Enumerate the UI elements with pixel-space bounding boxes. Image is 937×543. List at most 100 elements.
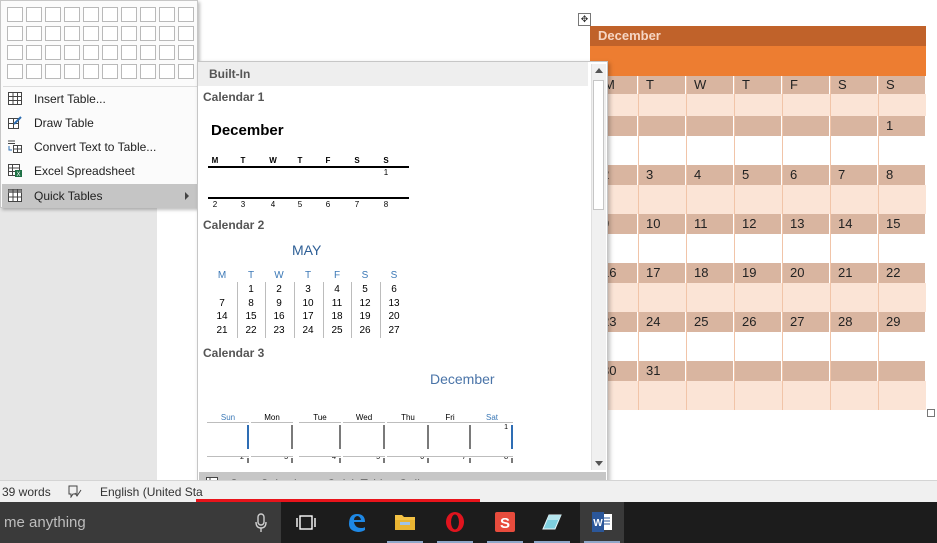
grid-cell[interactable] bbox=[83, 26, 99, 41]
day-cell[interactable]: 25 bbox=[686, 312, 734, 332]
day-cell[interactable]: 7 bbox=[830, 165, 878, 185]
grid-cell[interactable] bbox=[45, 26, 61, 41]
grid-cell[interactable] bbox=[7, 45, 23, 60]
day-cell[interactable]: 19 bbox=[734, 263, 782, 283]
day-cell[interactable] bbox=[830, 361, 878, 381]
gallery-scrollbar[interactable] bbox=[591, 64, 606, 470]
day-cell[interactable]: 22 bbox=[878, 263, 926, 283]
day-cell[interactable]: 11 bbox=[686, 214, 734, 234]
scroll-down-button[interactable] bbox=[592, 456, 606, 470]
day-cell[interactable]: 26 bbox=[734, 312, 782, 332]
day-cell[interactable]: 13 bbox=[782, 214, 830, 234]
table-resize-handle[interactable] bbox=[927, 409, 935, 417]
day-cell[interactable]: 6 bbox=[782, 165, 830, 185]
day-cell[interactable] bbox=[830, 116, 878, 136]
day-cell[interactable]: 27 bbox=[782, 312, 830, 332]
grid-cell[interactable] bbox=[178, 7, 194, 22]
grid-cell[interactable] bbox=[121, 7, 137, 22]
grid-cell[interactable] bbox=[140, 26, 156, 41]
grid-cell[interactable] bbox=[140, 64, 156, 79]
word-count[interactable]: 39 words bbox=[2, 485, 51, 499]
grid-cell[interactable] bbox=[26, 64, 42, 79]
opera-button[interactable] bbox=[433, 502, 477, 543]
grid-cell[interactable] bbox=[159, 64, 175, 79]
grid-cell[interactable] bbox=[178, 26, 194, 41]
grid-cell[interactable] bbox=[7, 26, 23, 41]
grid-cell[interactable] bbox=[102, 26, 118, 41]
quick-tables-item[interactable]: Quick Tables bbox=[2, 184, 197, 208]
calendar-1-preview[interactable]: December M T W T F S S 1 2 3 4 5 6 7 8 bbox=[198, 62, 588, 212]
day-cell[interactable]: 5 bbox=[734, 165, 782, 185]
grid-cell[interactable] bbox=[26, 26, 42, 41]
grid-cell[interactable] bbox=[7, 64, 23, 79]
wps-button[interactable]: S bbox=[483, 502, 527, 543]
day-cell[interactable]: 12 bbox=[734, 214, 782, 234]
grid-cell[interactable] bbox=[64, 64, 80, 79]
day-cell[interactable]: 21 bbox=[830, 263, 878, 283]
taskbar-search-box[interactable]: me anything bbox=[0, 502, 281, 543]
grid-cell[interactable] bbox=[159, 7, 175, 22]
grid-cell[interactable] bbox=[83, 45, 99, 60]
insert-table-item[interactable]: Insert Table... bbox=[2, 87, 197, 111]
table-move-handle-icon[interactable]: ✥ bbox=[578, 13, 591, 26]
grid-cell[interactable] bbox=[26, 7, 42, 22]
day-cell[interactable] bbox=[878, 361, 926, 381]
day-cell[interactable]: 24 bbox=[638, 312, 686, 332]
day-cell[interactable]: 18 bbox=[686, 263, 734, 283]
grid-cell[interactable] bbox=[121, 45, 137, 60]
grid-cell[interactable] bbox=[140, 7, 156, 22]
word-button[interactable]: W bbox=[580, 502, 624, 543]
day-cell[interactable]: 15 bbox=[878, 214, 926, 234]
day-cell[interactable] bbox=[734, 361, 782, 381]
grid-cell[interactable] bbox=[140, 45, 156, 60]
day-cell[interactable]: 28 bbox=[830, 312, 878, 332]
grid-cell[interactable] bbox=[102, 64, 118, 79]
day-cell[interactable]: 29 bbox=[878, 312, 926, 332]
grid-cell[interactable] bbox=[102, 7, 118, 22]
file-explorer-button[interactable] bbox=[383, 502, 427, 543]
convert-text-item[interactable]: Convert Text to Table... bbox=[2, 135, 197, 159]
day-cell[interactable]: 1 bbox=[878, 116, 926, 136]
day-cell[interactable]: 4 bbox=[686, 165, 734, 185]
grid-cell[interactable] bbox=[159, 45, 175, 60]
grid-cell[interactable] bbox=[45, 64, 61, 79]
day-cell[interactable]: 31 bbox=[638, 361, 686, 381]
grid-cell[interactable] bbox=[159, 26, 175, 41]
day-cell[interactable] bbox=[782, 116, 830, 136]
grid-cell[interactable] bbox=[83, 7, 99, 22]
proofing-icon[interactable] bbox=[68, 485, 82, 498]
grid-cell[interactable] bbox=[45, 45, 61, 60]
grid-cell[interactable] bbox=[102, 45, 118, 60]
grid-cell[interactable] bbox=[83, 64, 99, 79]
microphone-icon[interactable] bbox=[254, 513, 268, 533]
excel-spreadsheet-item[interactable]: X Excel Spreadsheet bbox=[2, 159, 197, 183]
draw-table-item[interactable]: Draw Table bbox=[2, 111, 197, 135]
task-view-button[interactable] bbox=[284, 502, 328, 543]
language-indicator[interactable]: English (United Sta bbox=[100, 485, 203, 499]
day-cell[interactable] bbox=[782, 361, 830, 381]
day-cell[interactable] bbox=[638, 116, 686, 136]
grid-cell[interactable] bbox=[64, 26, 80, 41]
scroll-up-button[interactable] bbox=[592, 64, 606, 78]
grid-cell[interactable] bbox=[64, 45, 80, 60]
grid-cell[interactable] bbox=[26, 45, 42, 60]
grid-cell[interactable] bbox=[45, 7, 61, 22]
grid-cell[interactable] bbox=[121, 64, 137, 79]
grid-cell[interactable] bbox=[178, 45, 194, 60]
day-cell[interactable]: 10 bbox=[638, 214, 686, 234]
scroll-thumb[interactable] bbox=[593, 80, 604, 210]
day-cell[interactable] bbox=[734, 116, 782, 136]
day-cell[interactable]: 3 bbox=[638, 165, 686, 185]
grid-cell[interactable] bbox=[7, 7, 23, 22]
day-cell[interactable] bbox=[686, 361, 734, 381]
day-cell[interactable]: 8 bbox=[878, 165, 926, 185]
day-cell[interactable]: 14 bbox=[830, 214, 878, 234]
app-button[interactable] bbox=[530, 502, 574, 543]
grid-cell[interactable] bbox=[178, 64, 194, 79]
day-cell[interactable] bbox=[686, 116, 734, 136]
edge-button[interactable] bbox=[335, 502, 379, 543]
day-cell[interactable]: 17 bbox=[638, 263, 686, 283]
grid-cell[interactable] bbox=[64, 7, 80, 22]
grid-cell[interactable] bbox=[121, 26, 137, 41]
day-cell[interactable]: 20 bbox=[782, 263, 830, 283]
